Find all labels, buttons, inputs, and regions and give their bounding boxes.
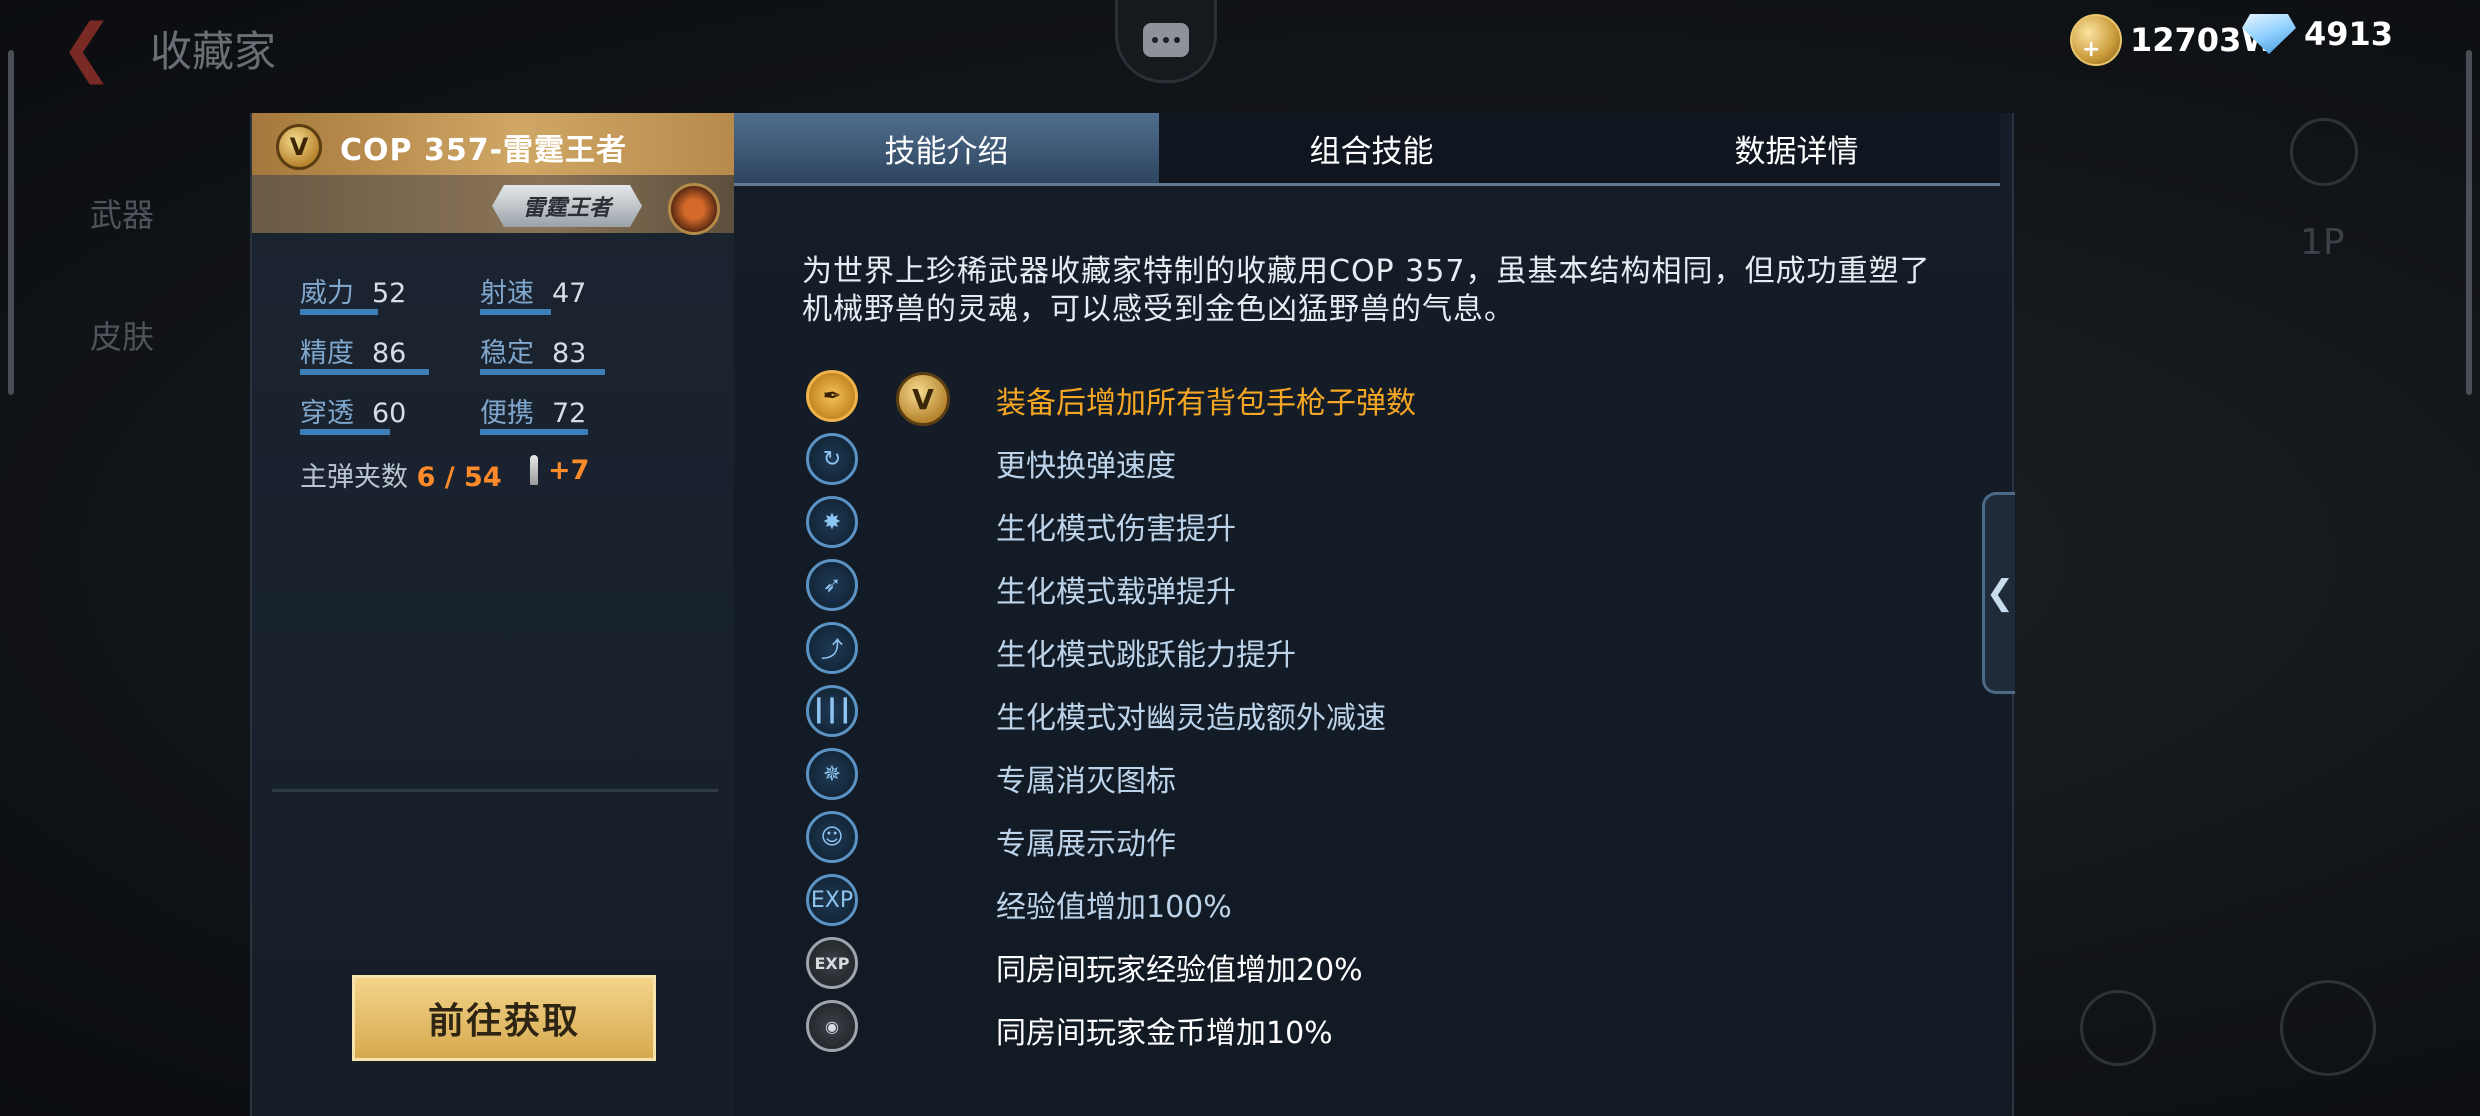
stat-value: 47 xyxy=(552,278,587,309)
left-scroll-indicator xyxy=(8,50,14,395)
stat-value: 86 xyxy=(372,338,407,369)
divider xyxy=(272,789,718,792)
v-rank-badge-icon: V xyxy=(896,372,950,426)
bullet-icon xyxy=(530,455,538,485)
go-obtain-button[interactable]: 前往获取 xyxy=(352,975,656,1061)
skill-text: 生化模式对幽灵造成额外减速 xyxy=(996,701,1386,736)
skill-row: ☺ 专属展示动作 xyxy=(806,811,1906,867)
skill-row: EXP 经验值增加100% xyxy=(806,874,1906,930)
stat-bar xyxy=(480,429,588,435)
stat-item: 精度 86 xyxy=(300,331,406,370)
right-scroll-indicator xyxy=(2466,50,2472,395)
weapon-panel: V COP 357-雷霆王者 雷霆王者 威力 52 射速 47 精度 86 稳定 83 穿透 60… xyxy=(250,113,736,1116)
damage-icon: ✸ xyxy=(806,496,858,548)
ghost-swap-icon xyxy=(2080,990,2156,1066)
diamond-icon xyxy=(2242,14,2296,54)
back-arrow-icon[interactable]: ❮ xyxy=(60,16,120,80)
stat-label: 稳定 xyxy=(480,338,534,369)
stat-label: 威力 xyxy=(300,278,354,309)
weapon-description: 为世界上珍稀武器收藏家特制的收藏用COP 357，虽基本结构相同，但成功重塑了机… xyxy=(802,254,1931,327)
skill-row: ✵ 专属消灭图标 xyxy=(806,748,1906,804)
stat-bar xyxy=(300,429,390,435)
page-title: 收藏家 xyxy=(150,27,277,76)
skill-row: ⤴ 生化模式跳跃能力提升 xyxy=(806,622,1906,678)
gold-coin-icon: + xyxy=(2070,14,2122,66)
skill-row: EXP 同房间玩家经验值增加20% xyxy=(806,937,1906,993)
stat-bar xyxy=(300,309,378,315)
skill-text: 生化模式跳跃能力提升 xyxy=(996,638,1296,673)
skill-text: 生化模式载弹提升 xyxy=(996,575,1236,610)
stat-label: 精度 xyxy=(300,338,354,369)
room-exp-icon: EXP xyxy=(806,937,858,989)
skill-row: ➶ 生化模式载弹提升 xyxy=(806,559,1906,615)
ghost-view-icon xyxy=(2280,980,2376,1076)
diamond-balance[interactable]: 4913 xyxy=(2242,14,2393,54)
stat-item: 射速 47 xyxy=(480,271,586,310)
skill-text: 生化模式伤害提升 xyxy=(996,512,1236,547)
ghost-settings-icon xyxy=(2290,118,2358,186)
exp-icon: EXP xyxy=(806,874,858,926)
bullets-icon: ┃┃┃ xyxy=(806,685,858,737)
skill-row: ┃┃┃ 生化模式对幽灵造成额外减速 xyxy=(806,685,1906,741)
nav-skin[interactable]: 皮肤 xyxy=(90,312,154,358)
skill-text: 专属展示动作 xyxy=(996,827,1176,862)
stat-item: 穿透 60 xyxy=(300,391,406,430)
clip-label: 主弹夹数 xyxy=(300,462,408,493)
chat-button[interactable] xyxy=(1115,0,1217,83)
room-coin-icon: ◉ xyxy=(806,1000,858,1052)
stat-item: 便携 72 xyxy=(480,391,586,430)
skill-text: 更快换弹速度 xyxy=(996,449,1176,484)
medal-icon xyxy=(668,183,720,235)
weapon-tag: 雷霆王者 xyxy=(492,185,642,227)
reload-icon: ↻ xyxy=(806,433,858,485)
jump-icon: ⤴ xyxy=(806,622,858,674)
stat-bar xyxy=(480,369,605,375)
v-rank-badge-icon: V xyxy=(276,124,322,170)
stat-item: 威力 52 xyxy=(300,271,406,310)
skill-text: 装备后增加所有背包手枪子弹数 xyxy=(996,386,1416,421)
skill-text: 专属消灭图标 xyxy=(996,764,1176,799)
clip-info: 主弹夹数 6 / 54 xyxy=(300,455,502,494)
nav-weapon[interactable]: 武器 xyxy=(90,190,154,236)
tab-data-details[interactable]: 数据详情 xyxy=(1584,113,2009,183)
skill-panel: 技能介绍 组合技能 数据详情 为世界上珍稀武器收藏家特制的收藏用COP 357，… xyxy=(734,113,2014,1116)
skill-row: ✸ 生化模式伤害提升 xyxy=(806,496,1906,552)
pose-icon: ☺ xyxy=(806,811,858,863)
stat-label: 射速 xyxy=(480,278,534,309)
kill-mark-icon: ✵ xyxy=(806,748,858,800)
stat-bar xyxy=(480,309,551,315)
stat-label: 便携 xyxy=(480,398,534,429)
pistol-icon: ✒ xyxy=(806,370,858,422)
stat-value: 83 xyxy=(552,338,587,369)
skill-row: ↻ 更快换弹速度 xyxy=(806,433,1906,489)
chat-bubble-icon xyxy=(1143,23,1189,57)
stat-value: 52 xyxy=(372,278,407,309)
ammo-gun-icon: ➶ xyxy=(806,559,858,611)
collapse-chevron-icon[interactable]: ❮ xyxy=(1982,492,2015,694)
weapon-name: COP 357-雷霆王者 xyxy=(340,133,628,168)
skill-text: 同房间玩家经验值增加20% xyxy=(996,953,1363,988)
clip-bonus: +7 xyxy=(548,455,590,486)
stat-value: 60 xyxy=(372,398,407,429)
skill-text: 同房间玩家金币增加10% xyxy=(996,1016,1333,1051)
stat-value: 72 xyxy=(552,398,587,429)
skill-text: 经验值增加100% xyxy=(996,890,1232,925)
skill-row: ✒ V 装备后增加所有背包手枪子弹数 xyxy=(806,370,1906,426)
tab-skill-intro[interactable]: 技能介绍 xyxy=(734,113,1159,183)
diamond-amount: 4913 xyxy=(2304,15,2394,53)
stat-bar xyxy=(300,369,429,375)
tab-bar: 技能介绍 组合技能 数据详情 xyxy=(734,113,2000,186)
player-indicator: 1P xyxy=(2300,222,2345,263)
clip-value: 6 / 54 xyxy=(416,462,502,493)
skill-row: ◉ 同房间玩家金币增加10% xyxy=(806,1000,1906,1056)
tab-combo-skills[interactable]: 组合技能 xyxy=(1159,113,1584,183)
stat-item: 稳定 83 xyxy=(480,331,586,370)
stat-label: 穿透 xyxy=(300,398,354,429)
